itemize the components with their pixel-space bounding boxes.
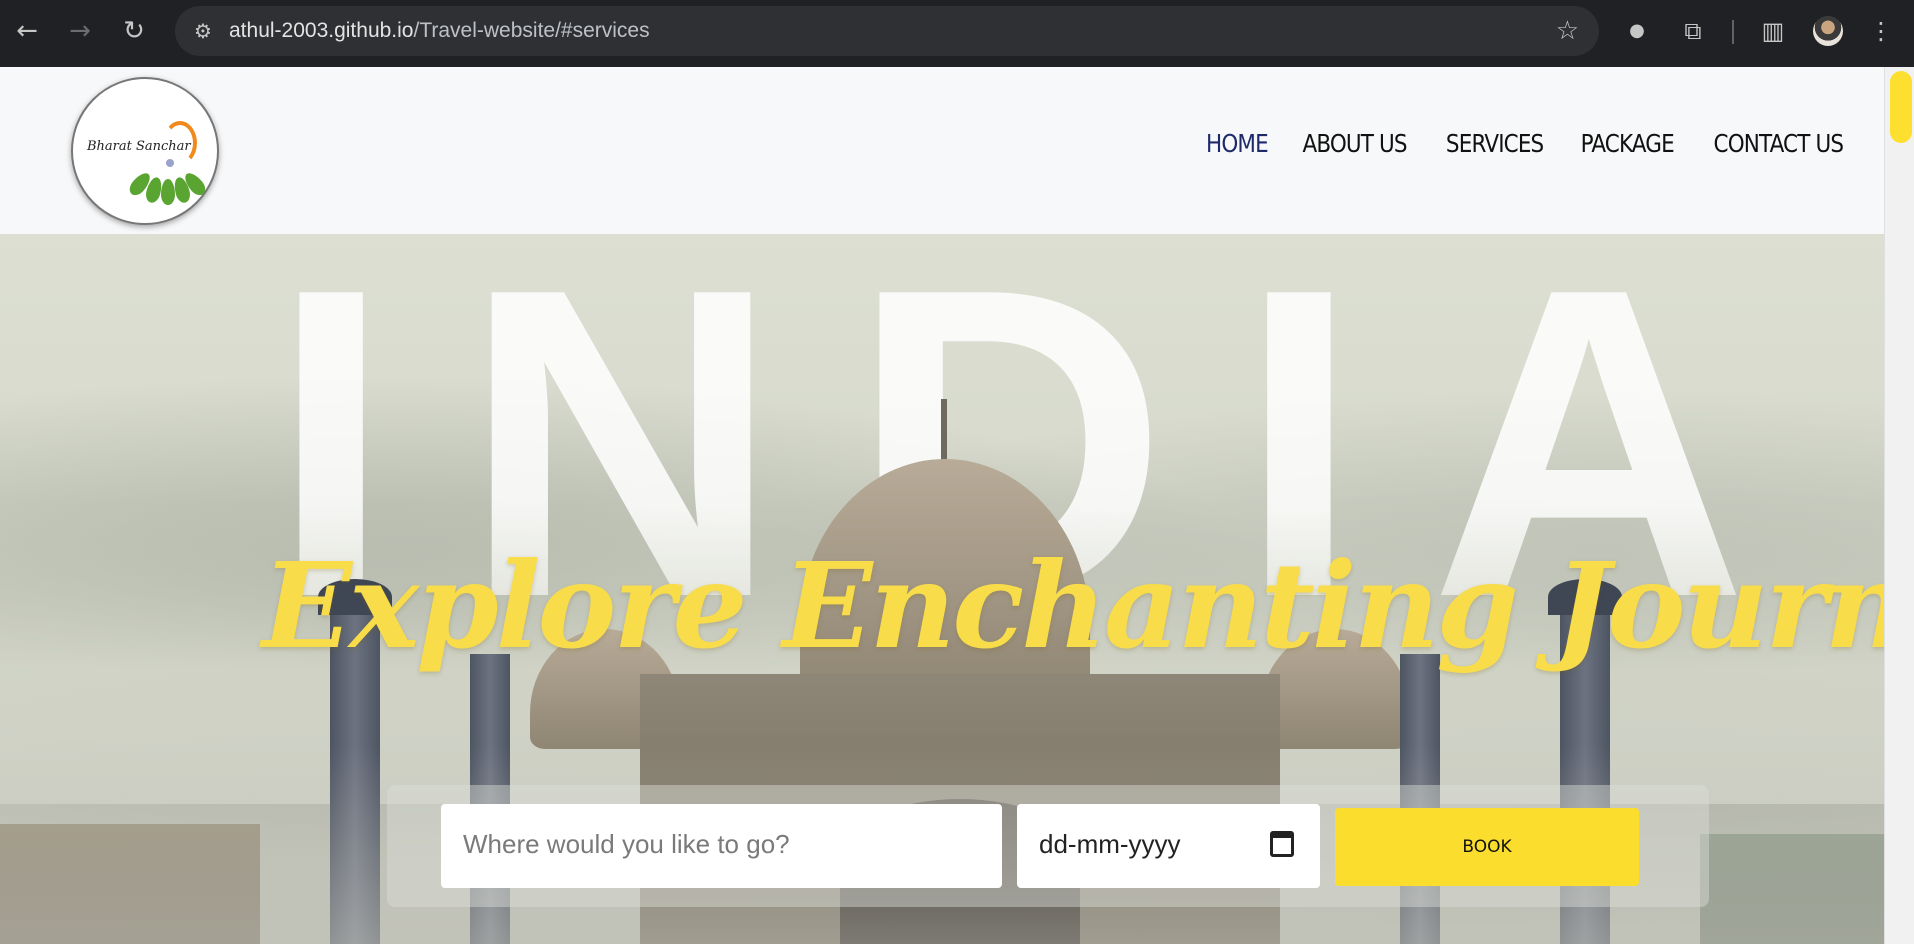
site-header: Bharat Sanchar HOME ABOUT US SERVICES PA… <box>0 67 1884 234</box>
nav-home[interactable]: HOME <box>1206 129 1269 158</box>
date-placeholder: dd-mm-yyyy <box>1039 829 1181 859</box>
nav-package[interactable]: PACKAGE <box>1581 129 1675 158</box>
browser-toolbar: ← → ↻ ⚙ athul-2003.github.io/Travel-webs… <box>0 0 1914 67</box>
nav-contact-us[interactable]: CONTACT US <box>1714 129 1844 158</box>
logo-leaf-icon <box>161 179 175 205</box>
camera-icon[interactable]: ● <box>1620 14 1654 48</box>
calendar-icon[interactable] <box>1270 831 1294 857</box>
address-bar[interactable]: ⚙ athul-2003.github.io/Travel-website/#s… <box>175 6 1599 56</box>
back-arrow-icon[interactable]: ← <box>10 14 44 48</box>
book-button[interactable]: BOOK <box>1335 808 1639 886</box>
hero-headline: Explore Enchanting Journeys! <box>262 536 1884 675</box>
toolbar-divider <box>1732 20 1734 44</box>
main-nav: HOME ABOUT US SERVICES PACKAGE CONTACT U… <box>1201 129 1854 158</box>
kebab-menu-icon[interactable]: ⋮ <box>1864 14 1898 48</box>
page-scrollbar[interactable] <box>1884 67 1914 944</box>
side-panel-icon[interactable]: ▥ <box>1756 14 1790 48</box>
avatar[interactable] <box>1813 16 1843 46</box>
site-logo[interactable]: Bharat Sanchar <box>71 77 219 225</box>
page-viewport: Bharat Sanchar HOME ABOUT US SERVICES PA… <box>0 67 1914 944</box>
date-input[interactable]: dd-mm-yyyy <box>1017 804 1320 888</box>
puzzle-icon[interactable]: ⧉ <box>1676 14 1710 48</box>
reload-icon[interactable]: ↻ <box>117 14 151 48</box>
url-text[interactable]: athul-2003.github.io/Travel-website/#ser… <box>229 19 650 43</box>
site-settings-icon[interactable]: ⚙ <box>187 15 219 47</box>
url-path: /Travel-website/#services <box>413 19 650 42</box>
nav-services[interactable]: SERVICES <box>1446 129 1544 158</box>
nav-about-us[interactable]: ABOUT US <box>1303 129 1408 158</box>
forward-arrow-icon[interactable]: → <box>63 14 97 48</box>
url-host: athul-2003.github.io <box>229 19 414 42</box>
destination-input[interactable]: Where would you like to go? <box>441 804 1002 888</box>
logo-dot-icon <box>166 159 174 167</box>
scrollbar-thumb[interactable] <box>1890 71 1912 143</box>
logo-text: Bharat Sanchar <box>87 139 191 154</box>
destination-placeholder: Where would you like to go? <box>463 829 790 859</box>
hero-section: INDIA Explore Enchanting Journeys! Where… <box>0 234 1884 944</box>
star-icon[interactable]: ☆ <box>1556 15 1579 47</box>
